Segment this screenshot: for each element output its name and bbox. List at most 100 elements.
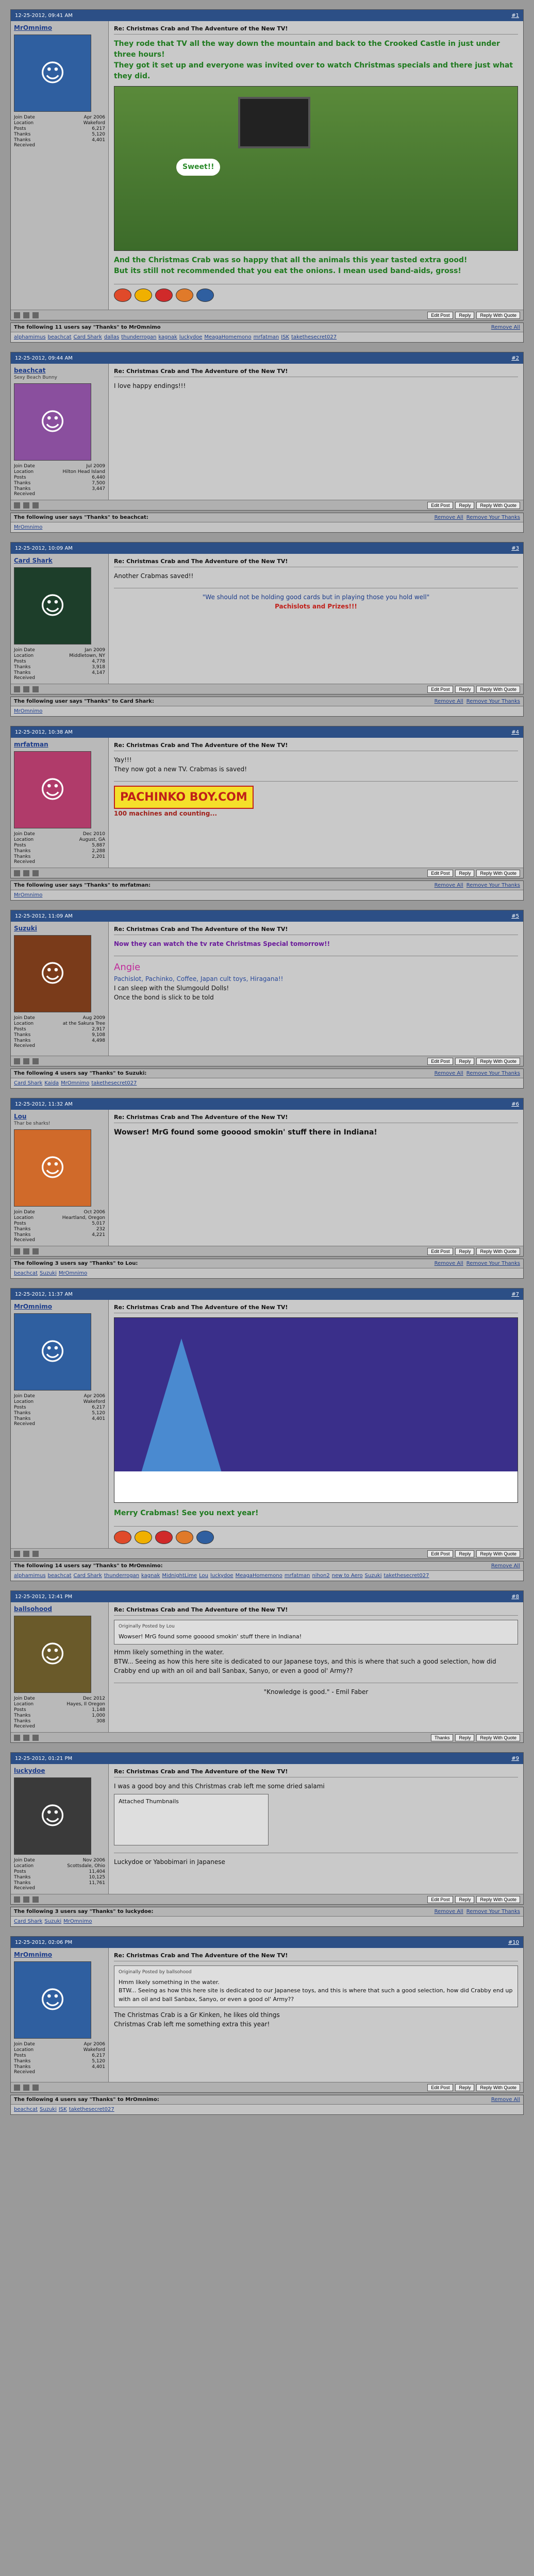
username-link[interactable]: Suzuki <box>14 925 105 932</box>
thanks-user-link[interactable]: alphamimus <box>14 1573 46 1579</box>
multiquote-icon[interactable] <box>32 312 39 318</box>
thanks-user-link[interactable]: luckydoe <box>179 334 203 340</box>
thanks-user-link[interactable]: luckydoe <box>210 1573 233 1579</box>
reply-button[interactable]: Reply <box>455 501 475 509</box>
reply-with-quote-button[interactable]: Reply With Quote <box>476 1895 520 1903</box>
thanks-user-link[interactable]: mrfatman <box>285 1573 310 1579</box>
attached-thumbnails[interactable]: Attached Thumbnails <box>114 1794 269 1845</box>
edit-post-button[interactable]: Edit Post <box>427 1895 454 1903</box>
thanks-user-link[interactable]: Suzuki <box>40 2107 57 2112</box>
avatar[interactable]: ☺ <box>14 1616 91 1693</box>
thanks-user-link[interactable]: MrOmnimo <box>14 524 42 530</box>
thanks-action-link[interactable]: Remove Your Thanks <box>466 1909 520 1914</box>
thanks-user-link[interactable]: Card Shark <box>74 334 102 340</box>
reply-with-quote-button[interactable]: Reply With Quote <box>476 1734 520 1741</box>
edit-post-button[interactable]: Edit Post <box>427 311 454 319</box>
thanks-user-link[interactable]: nihon2 <box>312 1573 329 1579</box>
avatar[interactable]: ☺ <box>14 751 91 828</box>
avatar[interactable]: ☺ <box>14 383 91 461</box>
thanks-action-link[interactable]: Remove All <box>435 1909 463 1914</box>
thanks-user-link[interactable]: takethesecret027 <box>384 1573 429 1579</box>
report-icon[interactable] <box>14 1550 20 1557</box>
multiquote-icon[interactable] <box>32 1550 39 1557</box>
report-icon[interactable] <box>14 1734 20 1741</box>
username-link[interactable]: beachcat <box>14 367 105 374</box>
thanks-action-link[interactable]: Remove All <box>491 325 520 330</box>
thanks-user-link[interactable]: Kaida <box>44 1080 59 1086</box>
thanks-user-link[interactable]: kagnak <box>141 1573 160 1579</box>
reply-with-quote-button[interactable]: Reply With Quote <box>476 1550 520 1557</box>
post-number-link[interactable]: #1 <box>511 13 519 19</box>
thanks-user-link[interactable]: beachcat <box>48 1573 72 1579</box>
edit-post-button[interactable]: Edit Post <box>427 685 454 693</box>
thanks-user-link[interactable]: new to Aero <box>332 1573 363 1579</box>
multiquote-icon[interactable] <box>32 502 39 509</box>
reply-button[interactable]: Reply <box>455 1057 475 1065</box>
multiquote-icon[interactable] <box>32 2084 39 2091</box>
thanks-user-link[interactable]: beachcat <box>48 334 72 340</box>
thanks-user-link[interactable]: mrfatman <box>254 334 279 340</box>
thanks-action-link[interactable]: Remove Your Thanks <box>466 883 520 888</box>
post-number-link[interactable]: #7 <box>511 1292 519 1297</box>
ip-icon[interactable] <box>23 312 29 318</box>
username-link[interactable]: MrOmnimo <box>14 1303 105 1310</box>
report-icon[interactable] <box>14 1058 20 1064</box>
ip-icon[interactable] <box>23 2084 29 2091</box>
username-link[interactable]: luckydoe <box>14 1767 105 1774</box>
thanks-action-link[interactable]: Remove All <box>435 1071 463 1076</box>
post-number-link[interactable]: #10 <box>508 1940 519 1945</box>
thanks-user-link[interactable]: MeagaHomemono <box>204 334 251 340</box>
thanks-user-link[interactable]: MrOmnimo <box>14 892 42 898</box>
thanks-user-link[interactable]: thunderrogan <box>104 1573 139 1579</box>
username-link[interactable]: Lou <box>14 1113 105 1120</box>
report-icon[interactable] <box>14 502 20 509</box>
reply-button[interactable]: Reply <box>455 1895 475 1903</box>
report-icon[interactable] <box>14 312 20 318</box>
thanks-action-link[interactable]: Remove All <box>491 2097 520 2103</box>
reply-with-quote-button[interactable]: Reply With Quote <box>476 685 520 693</box>
multiquote-icon[interactable] <box>32 1248 39 1255</box>
edit-post-button[interactable]: Edit Post <box>427 2083 454 2091</box>
avatar[interactable]: ☺ <box>14 935 91 1012</box>
edit-post-button[interactable]: Edit Post <box>427 1247 454 1255</box>
reply-button[interactable]: Reply <box>455 1734 475 1741</box>
thanks-user-link[interactable]: takethesecret027 <box>91 1080 137 1086</box>
reply-button[interactable]: Reply <box>455 1550 475 1557</box>
report-icon[interactable] <box>14 1896 20 1903</box>
thanks-user-link[interactable]: Suzuki <box>40 1270 57 1276</box>
thanks-action-link[interactable]: Remove All <box>435 699 463 704</box>
post-number-link[interactable]: #9 <box>511 1756 519 1761</box>
reply-with-quote-button[interactable]: Reply With Quote <box>476 311 520 319</box>
edit-post-button[interactable]: Edit Post <box>427 1057 454 1065</box>
thanks-user-link[interactable]: Card Shark <box>14 1080 42 1086</box>
avatar[interactable]: ☺ <box>14 1129 91 1207</box>
thanks-user-link[interactable]: MrOmnimo <box>63 1919 92 1924</box>
report-icon[interactable] <box>14 686 20 692</box>
thanks-user-link[interactable]: Suzuki <box>44 1919 61 1924</box>
post-number-link[interactable]: #6 <box>511 1101 519 1107</box>
thanks-action-link[interactable]: Remove All <box>435 1261 463 1266</box>
ip-icon[interactable] <box>23 502 29 509</box>
thanks-action-link[interactable]: Remove Your Thanks <box>466 1071 520 1076</box>
avatar[interactable]: ☺ <box>14 35 91 112</box>
thanks-user-link[interactable]: ISK <box>59 2107 67 2112</box>
report-icon[interactable] <box>14 1248 20 1255</box>
reply-with-quote-button[interactable]: Reply With Quote <box>476 1247 520 1255</box>
thanks-action-link[interactable]: Remove Your Thanks <box>466 1261 520 1266</box>
ip-icon[interactable] <box>23 870 29 876</box>
post-number-link[interactable]: #5 <box>511 913 519 919</box>
thanks-user-link[interactable]: dallas <box>104 334 119 340</box>
thanks-user-link[interactable]: Suzuki <box>365 1573 382 1579</box>
thanks-action-link[interactable]: Remove All <box>435 883 463 888</box>
ip-icon[interactable] <box>23 1058 29 1064</box>
thanks-user-link[interactable]: MrOmnimo <box>14 708 42 714</box>
ip-icon[interactable] <box>23 1550 29 1557</box>
username-link[interactable]: mrfatman <box>14 741 105 748</box>
thanks-user-link[interactable]: beachcat <box>14 2107 38 2112</box>
avatar[interactable]: ☺ <box>14 567 91 645</box>
thanks-user-link[interactable]: Lou <box>199 1573 208 1579</box>
report-icon[interactable] <box>14 870 20 876</box>
ip-icon[interactable] <box>23 1734 29 1741</box>
username-link[interactable]: MrOmnimo <box>14 24 105 31</box>
post-number-link[interactable]: #3 <box>511 546 519 551</box>
